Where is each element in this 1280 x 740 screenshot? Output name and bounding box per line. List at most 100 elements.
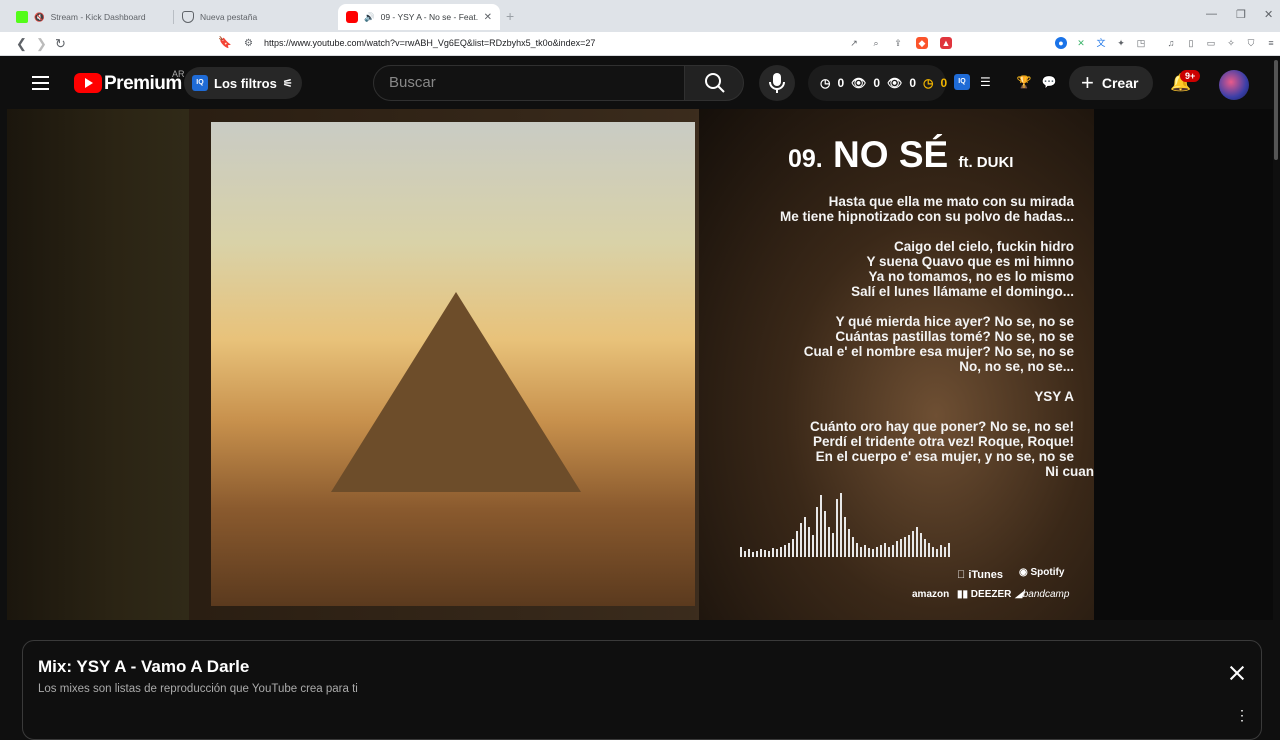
sliders-icon: ⚟ xyxy=(282,77,293,90)
waveform-bar xyxy=(948,543,950,557)
video-player[interactable]: 09. NO SÉ ft. DUKI Hasta que ella me mat… xyxy=(7,109,1273,620)
menu-icon[interactable]: ≡ xyxy=(1265,37,1277,49)
waveform-bar xyxy=(876,547,878,557)
extensions-puzzle-icon[interactable]: ✦ xyxy=(1115,37,1127,49)
lyric-line: Y qué mierda hice ayer? No se, no se xyxy=(835,314,1074,329)
bandcamp-logo: ◢bandcamp xyxy=(1015,589,1070,600)
eye-icon: 👁 xyxy=(851,76,867,90)
new-tab-icon[interactable]: + xyxy=(506,8,514,24)
address-bar: ❮ ❯ ↻ 🔖 ⚙ https://www.youtube.com/watch?… xyxy=(0,32,1280,56)
waveform-bar xyxy=(780,547,782,557)
tab-youtube-active[interactable]: 🔊 09 - YSY A - No se - Feat. DU ✕ xyxy=(338,4,500,30)
speaker-icon: 🔊 xyxy=(364,11,375,22)
deezer-logo: ▮▮ DEEZER xyxy=(957,589,1012,600)
lyric-line: Ni cuan xyxy=(1045,464,1094,479)
waveform-bar xyxy=(840,493,842,557)
lyric-line: Ya no tomamos, no es lo mismo xyxy=(868,269,1074,284)
waveform-bar xyxy=(828,527,830,557)
audio-waveform xyxy=(740,487,1075,557)
mix-playlist-panel: Mix: YSY A - Vamo A Darle Los mixes son … xyxy=(22,640,1262,740)
window-close-icon[interactable]: ✕ xyxy=(1264,8,1273,21)
mix-title[interactable]: Mix: YSY A - Vamo A Darle xyxy=(38,657,249,677)
avatar[interactable] xyxy=(1219,70,1249,100)
lyric-line: Cuántas pastillas tomé? No se, no se xyxy=(835,329,1074,344)
voice-search-button[interactable] xyxy=(759,65,795,101)
extension-icon[interactable]: ◳ xyxy=(1135,37,1147,49)
waveform-bar xyxy=(856,543,858,557)
open-external-icon[interactable]: ↗ xyxy=(848,37,860,49)
waveform-bar xyxy=(812,535,814,557)
extension-icon[interactable]: ● xyxy=(1055,37,1067,49)
itunes-logo:  iTunes xyxy=(957,569,1003,581)
waveform-bar xyxy=(892,545,894,557)
translate-icon[interactable]: 文 xyxy=(1095,37,1107,49)
waveform-bar xyxy=(796,531,798,557)
hamburger-menu-icon[interactable] xyxy=(32,76,49,90)
waveform-bar xyxy=(912,531,914,557)
create-button[interactable]: + Crear xyxy=(1069,66,1153,100)
waveform-bar xyxy=(920,533,922,557)
waveform-bar xyxy=(944,547,946,557)
waveform-bar xyxy=(864,545,866,557)
microphone-icon xyxy=(769,73,785,93)
waveform-bar xyxy=(768,551,770,557)
search-input[interactable]: Buscar xyxy=(373,65,685,101)
waveform-bar xyxy=(772,548,774,557)
restore-icon[interactable]: ❐ xyxy=(1236,8,1246,21)
iq-icon[interactable]: IQ xyxy=(954,74,970,90)
trophy-icon[interactable]: 🏆 xyxy=(1017,75,1032,89)
waveform-bar xyxy=(940,545,942,557)
page-scrollbar[interactable] xyxy=(1274,60,1278,160)
waveform-bar xyxy=(852,537,854,557)
forward-icon[interactable]: ❯ xyxy=(36,36,47,52)
waveform-bar xyxy=(924,539,926,557)
chat-icon[interactable]: 💬 xyxy=(1042,75,1057,89)
list-icon[interactable]: ☰ xyxy=(980,75,991,89)
waveform-bar xyxy=(752,552,754,557)
youtube-logo[interactable] xyxy=(74,73,102,93)
lyric-line: YSY A xyxy=(1034,389,1074,404)
eye-icon: 👁 xyxy=(887,76,903,90)
share-icon[interactable]: ⇪ xyxy=(892,37,904,49)
waveform-bar xyxy=(908,535,910,557)
youtube-header: Premium AR IQ Los filtros ⚟ Buscar ◷ 0 👁 0… xyxy=(0,57,1280,109)
back-icon[interactable]: ❮ xyxy=(16,36,27,52)
wallet-icon[interactable]: ▭ xyxy=(1205,37,1217,49)
brand-label[interactable]: Premium xyxy=(104,73,182,95)
sidebar-icon[interactable]: ▯ xyxy=(1185,37,1197,49)
tab-new-tab[interactable]: Nueva pestaña xyxy=(174,4,338,30)
rewards-icon[interactable]: ▲ xyxy=(940,37,952,49)
search-button[interactable] xyxy=(684,65,744,101)
lyric-line: Caigo del cielo, fuckin hidro xyxy=(893,239,1074,254)
waveform-bar xyxy=(880,545,882,557)
brave-shield-icon[interactable]: ◆ xyxy=(916,37,928,49)
music-icon[interactable]: ♫ xyxy=(1165,37,1177,49)
reload-icon[interactable]: ↻ xyxy=(55,36,66,52)
waveform-bar xyxy=(848,529,850,557)
url-field[interactable]: https://www.youtube.com/watch?v=rwABH_Vg… xyxy=(264,38,595,48)
vpn-shield-icon[interactable]: ⛉ xyxy=(1245,37,1257,49)
tab-kick-dashboard[interactable]: 🔇 Stream - Kick Dashboard xyxy=(8,4,172,30)
waveform-bar xyxy=(900,539,902,557)
close-icon[interactable] xyxy=(1227,663,1247,683)
site-settings-icon[interactable]: ⚙ xyxy=(244,38,253,49)
leo-icon[interactable]: ✧ xyxy=(1225,37,1237,49)
waveform-bar xyxy=(820,495,822,557)
waveform-bar xyxy=(844,517,846,557)
close-tab-icon[interactable]: ✕ xyxy=(484,12,492,23)
minimize-icon[interactable]: — xyxy=(1206,8,1217,20)
waveform-bar xyxy=(816,507,818,557)
waveform-bar xyxy=(888,547,890,557)
extension-stats-bar[interactable]: ◷ 0 👁 0 👁 0 ◷ 0 xyxy=(808,65,947,101)
filters-button[interactable]: IQ Los filtros ⚟ xyxy=(184,67,302,99)
extension-icon[interactable]: ✕ xyxy=(1075,37,1087,49)
lyric-line: Me tiene hipnotizado con su polvo de had… xyxy=(779,209,1074,224)
kick-icon xyxy=(16,11,28,23)
waveform-bar xyxy=(800,523,802,557)
waveform-bar xyxy=(808,527,810,557)
bookmark-icon[interactable]: 🔖 xyxy=(218,36,232,49)
zoom-icon[interactable]: ⌕ xyxy=(870,37,882,49)
more-options-icon[interactable]: ⋮ xyxy=(1235,707,1249,724)
waveform-bar xyxy=(872,549,874,557)
region-label: AR xyxy=(172,69,185,79)
